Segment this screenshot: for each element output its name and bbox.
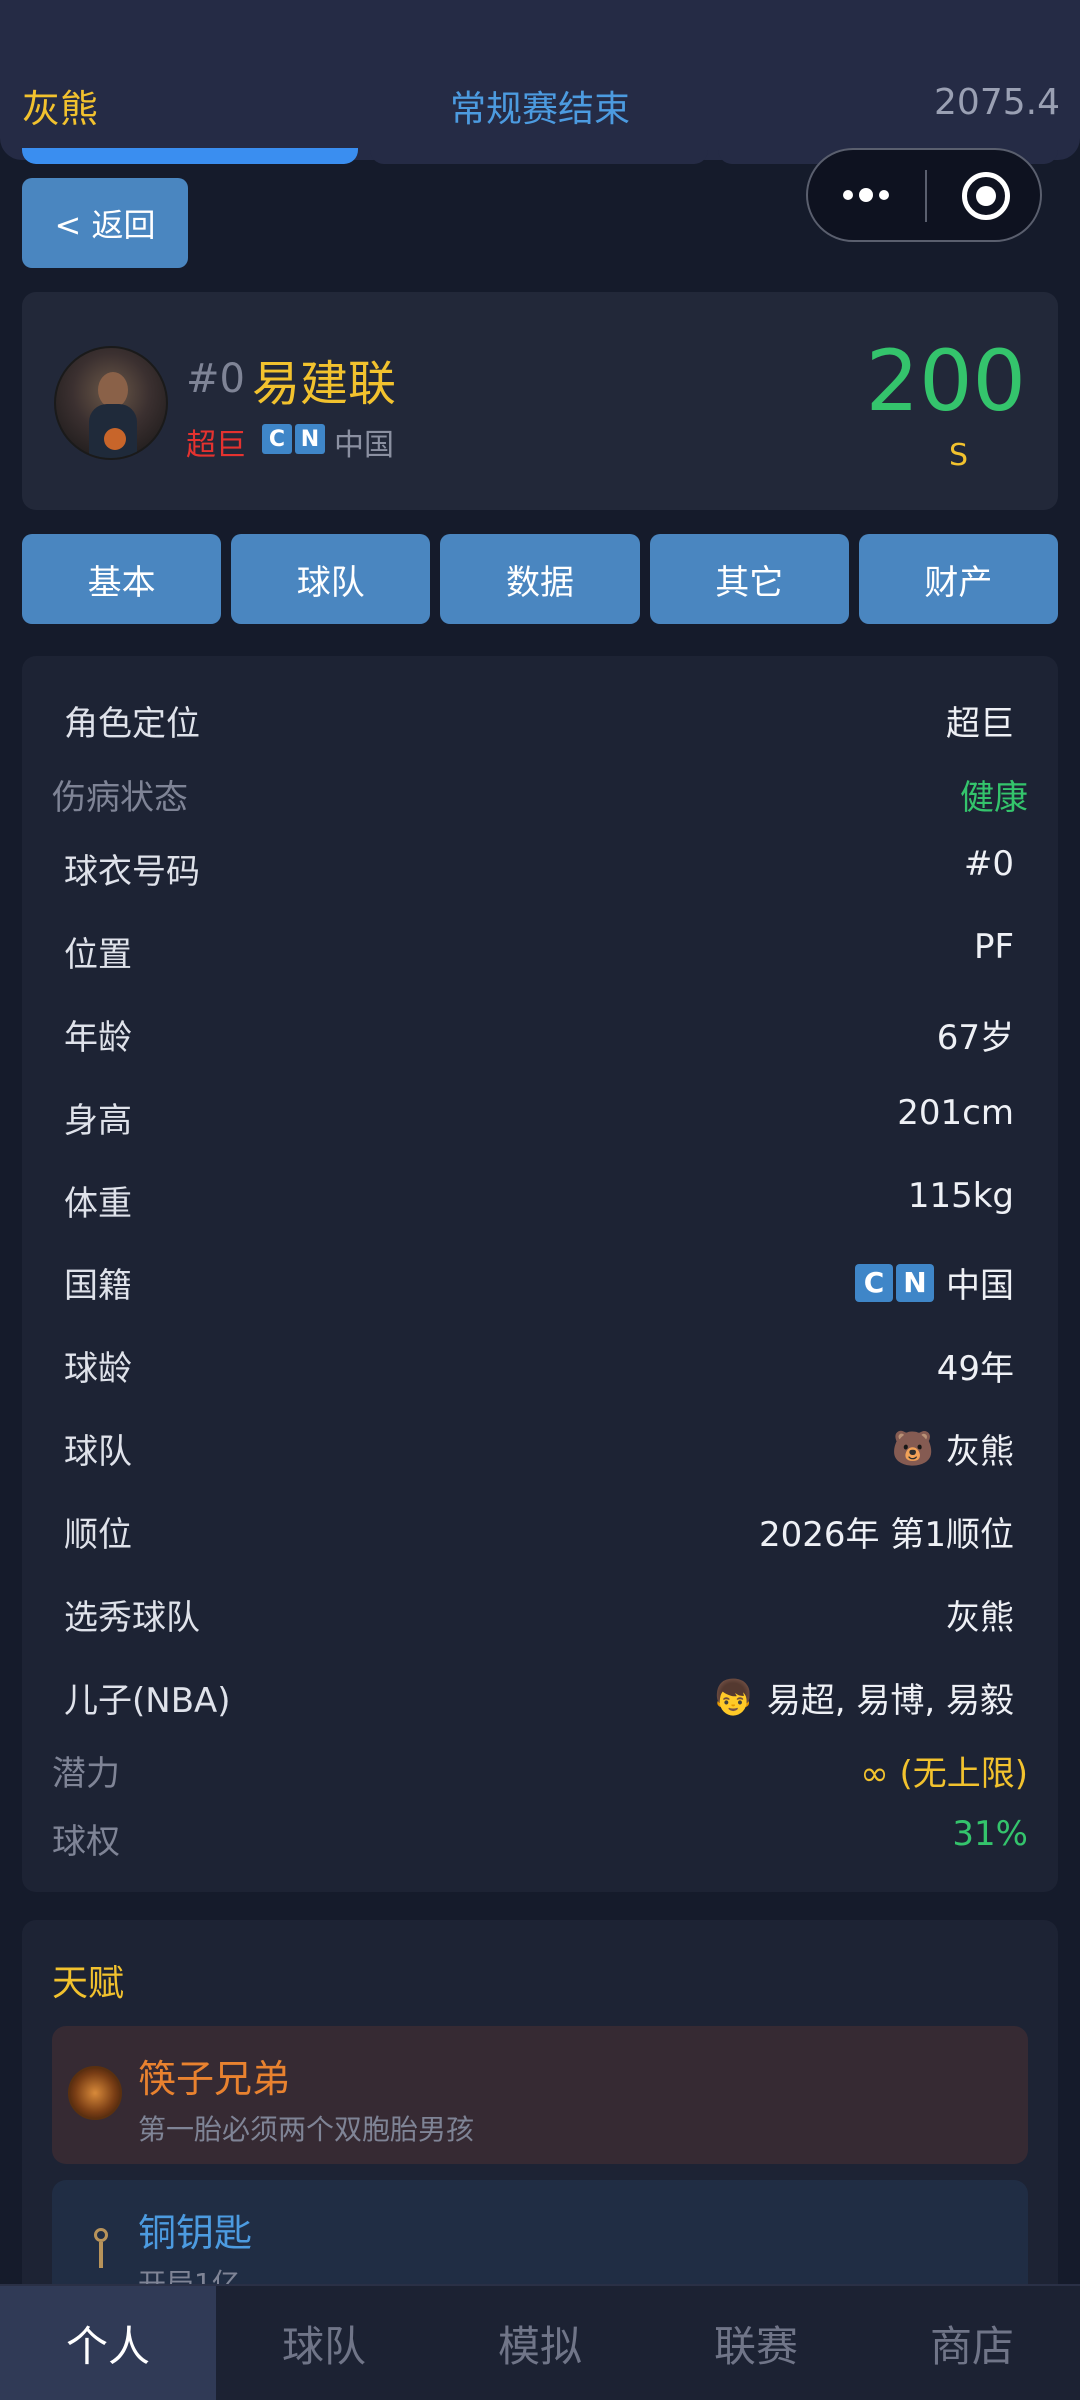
- info-label: 球龄: [64, 1349, 132, 1389]
- player-tabs: 基本 球队 数据 其它 财产: [22, 534, 1059, 624]
- tab-other[interactable]: 其它: [649, 534, 849, 624]
- info-row-team: 球队 🐻 灰熊: [22, 1416, 1058, 1476]
- china-flag-icon: C N: [262, 424, 325, 454]
- info-label: 潜力: [52, 1754, 120, 1794]
- info-label: 年龄: [64, 1018, 132, 1058]
- talents-card: 天赋 筷子兄弟 第一胎必须两个双胞胎男孩 铜钥匙 开局1亿: [22, 1920, 1058, 2300]
- info-row-position: 位置 PF: [22, 919, 1058, 979]
- info-label: 角色定位: [64, 704, 200, 744]
- capsule-divider: [925, 170, 927, 222]
- info-value[interactable]: 🐻 灰熊: [892, 1424, 1014, 1473]
- info-label: 位置: [64, 935, 132, 975]
- info-row-weight: 体重 115kg: [22, 1168, 1058, 1228]
- info-value: 超巨: [946, 704, 1014, 744]
- back-button[interactable]: < 返回: [22, 178, 188, 268]
- info-value: #0: [963, 844, 1014, 884]
- info-row-experience: 球龄 49年: [22, 1333, 1058, 1393]
- info-value: 115kg: [907, 1176, 1014, 1216]
- player-avatar[interactable]: [54, 346, 168, 460]
- header-tab-indicator: [370, 148, 708, 164]
- player-card: #0 易建联 超巨 C N 中国 200 S: [22, 292, 1058, 510]
- avatar-head: [98, 372, 128, 408]
- season-status[interactable]: 常规赛结束: [0, 80, 1080, 132]
- talent-desc: 第一胎必须两个双胞胎男孩: [138, 2113, 475, 2146]
- talent-item[interactable]: 铜钥匙 开局1亿: [52, 2180, 1028, 2300]
- info-value[interactable]: 👦 易超, 易博, 易毅: [712, 1673, 1014, 1722]
- info-row-potential: 潜力 ∞ (无上限): [22, 1738, 1058, 1798]
- sons-text: 易超, 易博, 易毅: [766, 1681, 1014, 1721]
- info-row-age: 年龄 67岁: [22, 1002, 1058, 1062]
- nav-team[interactable]: 球队: [216, 2286, 432, 2400]
- info-label: 伤病状态: [52, 778, 188, 818]
- info-value: 31%: [952, 1814, 1028, 1854]
- talent-item[interactable]: 筷子兄弟 第一胎必须两个双胞胎男孩: [52, 2026, 1028, 2164]
- close-miniprogram-icon[interactable]: [962, 172, 1010, 220]
- info-value: 2026年 第1顺位: [759, 1515, 1014, 1555]
- player-grade: S: [948, 438, 968, 473]
- child-icon: 👦: [712, 1677, 755, 1718]
- info-value: ∞ (无上限): [860, 1754, 1028, 1794]
- nav-shop[interactable]: 商店: [864, 2286, 1080, 2400]
- flag-letter: N: [295, 424, 325, 454]
- nav-league[interactable]: 联赛: [648, 2286, 864, 2400]
- info-value: PF: [973, 927, 1014, 967]
- basic-info-card: 角色定位 超巨 伤病状态 健康 球衣号码 #0 位置 PF 年龄 67岁 身高 …: [22, 656, 1058, 1892]
- info-row-sons: 儿子(NBA) 👦 易超, 易博, 易毅: [22, 1665, 1058, 1725]
- info-row-draft-team: 选秀球队 灰熊: [22, 1582, 1058, 1642]
- bottom-nav: 个人 球队 模拟 联赛 商店: [0, 2284, 1080, 2400]
- info-row-draft: 顺位 2026年 第1顺位: [22, 1499, 1058, 1559]
- player-number: #0: [186, 356, 245, 402]
- info-value: 201cm: [897, 1093, 1014, 1133]
- flag-letter: C: [262, 424, 292, 454]
- tab-stats[interactable]: 数据: [440, 534, 640, 624]
- header-tab-indicator-active: [22, 148, 358, 164]
- nationality-text: 中国: [946, 1266, 1014, 1306]
- basketball-icon: [104, 428, 126, 450]
- key-icon: [68, 2220, 122, 2274]
- player-rating: 200: [865, 332, 1026, 430]
- talent-name: 筷子兄弟: [138, 2057, 291, 2101]
- nav-simulate[interactable]: 模拟: [432, 2286, 648, 2400]
- info-label: 选秀球队: [64, 1598, 200, 1638]
- flag-letter: C: [855, 1263, 893, 1302]
- info-value: 67岁: [936, 1018, 1014, 1058]
- info-row-equity: 球权 31%: [22, 1806, 1058, 1866]
- nav-personal[interactable]: 个人: [0, 2286, 216, 2400]
- info-value: 健康: [960, 778, 1028, 818]
- info-label: 体重: [64, 1184, 132, 1224]
- bear-icon: 🐻: [891, 1428, 934, 1469]
- info-row-jersey: 球衣号码 #0: [22, 836, 1058, 896]
- china-flag-icon: C N: [855, 1263, 934, 1302]
- miniprogram-capsule: [806, 148, 1042, 242]
- info-row-role: 角色定位 超巨: [22, 688, 1058, 748]
- talents-title: 天赋: [52, 1963, 125, 2004]
- team-text: 灰熊: [946, 1432, 1014, 1472]
- info-row-injury: 伤病状态 健康: [22, 762, 1058, 822]
- info-row-height: 身高 201cm: [22, 1085, 1058, 1145]
- more-options-icon[interactable]: [836, 150, 896, 240]
- info-label: 身高: [64, 1101, 132, 1141]
- info-label: 顺位: [64, 1515, 132, 1555]
- tiger-medal-icon: [68, 2066, 122, 2120]
- player-name: 易建联: [252, 356, 397, 412]
- info-label: 儿子(NBA): [64, 1681, 231, 1721]
- info-label: 国籍: [64, 1266, 132, 1306]
- info-value: 49年: [936, 1349, 1014, 1389]
- tab-assets[interactable]: 财产: [858, 534, 1059, 624]
- talent-name: 铜钥匙: [138, 2211, 253, 2255]
- info-label: 球衣号码: [64, 852, 200, 892]
- info-row-nationality: 国籍 C N 中国: [22, 1250, 1058, 1310]
- top-header: 灰熊 常规赛结束 2075.4: [0, 0, 1080, 160]
- player-country: 中国: [334, 428, 394, 463]
- tab-basic[interactable]: 基本: [22, 534, 222, 624]
- player-role-tag: 超巨: [186, 428, 246, 463]
- info-value: 灰熊: [946, 1598, 1014, 1638]
- balance-value: 2075.4: [934, 82, 1060, 123]
- info-label: 球权: [52, 1822, 120, 1862]
- flag-letter: N: [896, 1263, 934, 1302]
- tab-team[interactable]: 球队: [231, 534, 431, 624]
- info-label: 球队: [64, 1432, 132, 1472]
- info-value: C N 中国: [855, 1258, 1014, 1307]
